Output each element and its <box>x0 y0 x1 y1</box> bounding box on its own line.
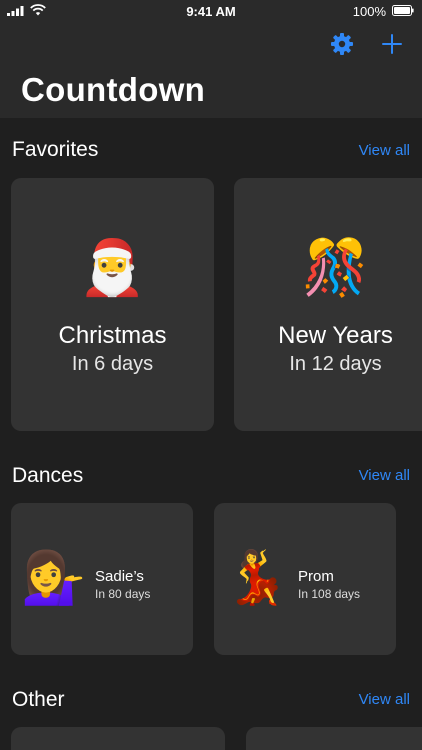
section-title-other: Other <box>12 688 65 711</box>
battery-percent: 100% <box>352 4 386 19</box>
event-name: Sadie’s <box>95 568 144 585</box>
santa-icon: 🎅 <box>78 238 147 298</box>
plus-icon[interactable] <box>380 32 404 56</box>
dance-card-sadies[interactable]: 💁‍♀️ Sadie’s In 80 days <box>11 503 193 655</box>
favorite-card-new-years[interactable]: 🎊 New Years In 12 days <box>234 178 422 431</box>
section-title-dances: Dances <box>12 464 84 487</box>
event-countdown: In 6 days <box>71 353 154 375</box>
header: 9:41 AM 100% Countdown <box>0 0 422 118</box>
page-title: Countdown <box>21 71 206 108</box>
other-card[interactable] <box>11 727 225 750</box>
dancer-icon: 💃 <box>224 549 289 607</box>
app-screen: 9:41 AM 100% Countdown Favorites View al… <box>0 0 422 750</box>
battery-icon <box>392 5 414 16</box>
confetti-ball-icon: 🎊 <box>301 238 370 298</box>
other-view-all-link[interactable]: View all <box>359 691 410 708</box>
other-card[interactable] <box>246 727 422 750</box>
status-bar: 9:41 AM 100% <box>0 0 422 22</box>
favorite-card-christmas[interactable]: 🎅 Christmas In 6 days <box>11 178 214 431</box>
event-countdown: In 80 days <box>95 587 151 601</box>
event-countdown: In 108 days <box>298 587 361 601</box>
gear-icon[interactable] <box>330 32 354 56</box>
dance-card-prom[interactable]: 💃 Prom In 108 days <box>214 503 396 655</box>
event-name: Prom <box>298 568 334 585</box>
event-name: Christmas <box>58 322 167 349</box>
dances-view-all-link[interactable]: View all <box>359 467 410 484</box>
woman-tipping-hand-icon: 💁‍♀️ <box>21 549 86 607</box>
favorites-view-all-link[interactable]: View all <box>359 142 410 159</box>
event-name: New Years <box>278 322 393 349</box>
event-countdown: In 12 days <box>289 353 382 375</box>
section-title-favorites: Favorites <box>12 138 99 161</box>
